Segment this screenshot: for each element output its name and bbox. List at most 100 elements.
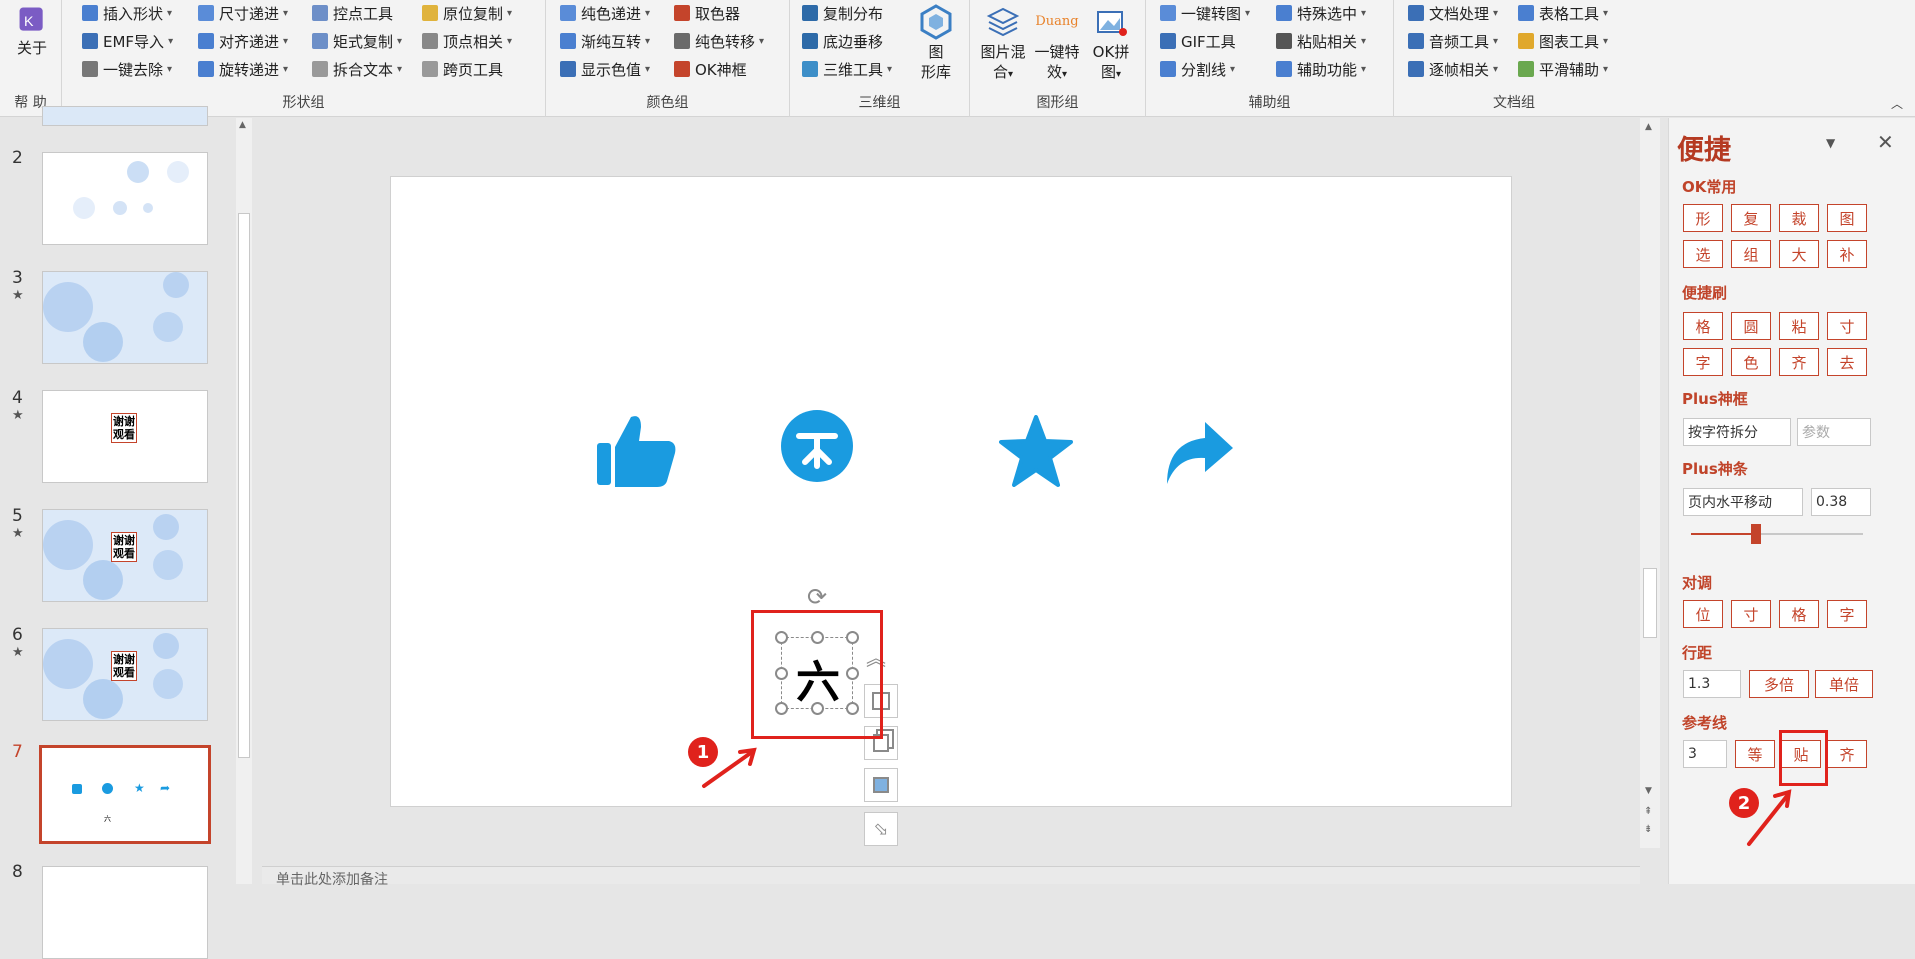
share-icon[interactable] bbox=[1165, 420, 1235, 486]
move-value-input[interactable]: 0.38 bbox=[1811, 488, 1871, 516]
brush-round[interactable]: 圆 bbox=[1731, 312, 1771, 340]
special-select-button[interactable]: 特殊选中 ▾ bbox=[1276, 0, 1366, 26]
chart-tool-button[interactable]: 图表工具 ▾ bbox=[1518, 28, 1608, 54]
slide-thumb-4[interactable]: 谢谢 观看 bbox=[42, 390, 208, 483]
gif-tool-button[interactable]: GIF工具 bbox=[1160, 28, 1236, 54]
vertex-button[interactable]: 顶点相关 ▾ bbox=[422, 28, 512, 54]
slide-thumb-7-selected[interactable]: ★ ➦ 六 bbox=[39, 745, 211, 844]
guide-align-button[interactable]: 齐 bbox=[1827, 740, 1867, 768]
slide-thumb-3[interactable] bbox=[42, 271, 208, 364]
color-picker-button[interactable]: 取色器 bbox=[674, 0, 740, 26]
smooth-aux-button[interactable]: 平滑辅助 ▾ bbox=[1518, 56, 1608, 82]
swap-position[interactable]: 位 bbox=[1683, 600, 1723, 628]
swap-text[interactable]: 字 bbox=[1827, 600, 1867, 628]
gradient-convert-button[interactable]: 渐纯互转 ▾ bbox=[560, 28, 650, 54]
slide-canvas[interactable]: ⟳ 六 bbox=[390, 176, 1512, 807]
brush-color[interactable]: 色 bbox=[1731, 348, 1771, 376]
line-spacing-input[interactable]: 1.3 bbox=[1683, 670, 1741, 698]
prev-slide-icon[interactable]: ⇞ bbox=[1644, 806, 1652, 817]
scroll-up-icon[interactable]: ▲ bbox=[239, 120, 246, 130]
threed-tool-button[interactable]: 三维工具 ▾ bbox=[802, 56, 892, 82]
shape-library-button[interactable]: 图 形库 bbox=[912, 4, 960, 82]
ok-frame-button[interactable]: OK神框 bbox=[674, 56, 747, 82]
btn-copy[interactable]: 复 bbox=[1731, 204, 1771, 232]
editor-scrollbar[interactable]: ▲ ▼ ⇞ ⇟ bbox=[1640, 118, 1660, 848]
btn-shape[interactable]: 形 bbox=[1683, 204, 1723, 232]
about-button[interactable]: K 关于 bbox=[12, 4, 52, 58]
rotate-step-button[interactable]: 旋转递进 ▾ bbox=[198, 56, 288, 82]
move-mode-select[interactable]: 页内水平移动 bbox=[1683, 488, 1803, 516]
btn-group[interactable]: 组 bbox=[1731, 240, 1771, 268]
handle-tool-button[interactable]: 控点工具 bbox=[312, 0, 393, 26]
star-icon[interactable] bbox=[999, 415, 1073, 487]
thumb-scroll-handle[interactable] bbox=[238, 213, 250, 758]
one-click-effect-button[interactable]: Duang 一键特 效▾ bbox=[1032, 4, 1082, 85]
slide-thumb-2[interactable] bbox=[42, 152, 208, 245]
btn-fill[interactable]: 补 bbox=[1827, 240, 1867, 268]
bottom-edge-button[interactable]: 底边垂移 bbox=[802, 28, 883, 54]
btn-select[interactable]: 选 bbox=[1683, 240, 1723, 268]
divider-button[interactable]: 分割线 ▾ bbox=[1160, 56, 1235, 82]
aux-function-button[interactable]: 辅助功能 ▾ bbox=[1276, 56, 1366, 82]
btn-crop[interactable]: 裁 bbox=[1779, 204, 1819, 232]
editor-scroll-handle[interactable] bbox=[1643, 568, 1657, 638]
brush-format[interactable]: 格 bbox=[1683, 312, 1723, 340]
notes-area[interactable]: 单击此处添加备注 bbox=[262, 866, 1640, 888]
brush-remove[interactable]: 去 bbox=[1827, 348, 1867, 376]
doc-process-button[interactable]: 文档处理 ▾ bbox=[1408, 0, 1498, 26]
size-step-button[interactable]: 尺寸递进 ▾ bbox=[198, 0, 288, 26]
thumbs-up-icon[interactable] bbox=[597, 413, 677, 489]
brush-text[interactable]: 字 bbox=[1683, 348, 1723, 376]
one-click-remove-button[interactable]: 一键去除 ▾ bbox=[82, 56, 172, 82]
emf-import-button[interactable]: EMF导入 ▾ bbox=[82, 28, 173, 54]
image-blend-button[interactable]: 图片混 合▾ bbox=[978, 4, 1028, 85]
pane-close-icon[interactable]: ✕ bbox=[1877, 130, 1894, 154]
swap-format[interactable]: 格 bbox=[1779, 600, 1819, 628]
ok-puzzle-button[interactable]: OK拼 图▾ bbox=[1086, 4, 1136, 85]
audio-tool-button[interactable]: 音频工具 ▾ bbox=[1408, 28, 1498, 54]
solid-step-button[interactable]: 纯色递进 ▾ bbox=[560, 0, 650, 26]
thumb-scrollbar[interactable]: ▲ bbox=[236, 118, 252, 884]
slide-thumb-5[interactable]: 谢谢 观看 bbox=[42, 509, 208, 602]
btn-large[interactable]: 大 bbox=[1779, 240, 1819, 268]
scroll-up-icon[interactable]: ▲ bbox=[1645, 122, 1652, 132]
slider-thumb[interactable] bbox=[1751, 524, 1761, 544]
guide-count-input[interactable]: 3 bbox=[1683, 740, 1727, 768]
collapse-ribbon-icon[interactable]: ︿ bbox=[1891, 95, 1903, 112]
resize-button[interactable]: ⬂ bbox=[864, 812, 898, 846]
cross-page-button[interactable]: 跨页工具 bbox=[422, 56, 503, 82]
guide-equal-button[interactable]: 等 bbox=[1735, 740, 1775, 768]
table-tool-button[interactable]: 表格工具 ▾ bbox=[1518, 0, 1608, 26]
scroll-down-icon[interactable]: ▼ bbox=[1645, 786, 1652, 796]
next-slide-icon[interactable]: ⇟ bbox=[1644, 824, 1652, 835]
align-step-button[interactable]: 对齐递进 ▾ bbox=[198, 28, 288, 54]
param-input[interactable]: 参数 bbox=[1797, 418, 1871, 446]
brush-align[interactable]: 齐 bbox=[1779, 348, 1819, 376]
multiple-button[interactable]: 多倍 bbox=[1749, 670, 1809, 698]
color-transfer-button[interactable]: 纯色转移 ▾ bbox=[674, 28, 764, 54]
matrix-copy-button[interactable]: 矩式复制 ▾ bbox=[312, 28, 402, 54]
coin-icon[interactable] bbox=[781, 410, 853, 482]
paste-related-button[interactable]: 粘贴相关 ▾ bbox=[1276, 28, 1366, 54]
gradient-icon bbox=[560, 33, 576, 49]
show-color-value-button[interactable]: 显示色值 ▾ bbox=[560, 56, 650, 82]
btn-image[interactable]: 图 bbox=[1827, 204, 1867, 232]
slide-thumb-1[interactable] bbox=[42, 106, 208, 126]
slide-thumb-8[interactable] bbox=[42, 866, 208, 959]
to-image-button[interactable]: 一键转图 ▾ bbox=[1160, 0, 1250, 26]
split-mode-select[interactable]: 按字符拆分 bbox=[1683, 418, 1791, 446]
brush-paste[interactable]: 粘 bbox=[1779, 312, 1819, 340]
split-text-button[interactable]: 拆合文本 ▾ bbox=[312, 56, 402, 82]
swap-size[interactable]: 寸 bbox=[1731, 600, 1771, 628]
single-button[interactable]: 单倍 bbox=[1815, 670, 1873, 698]
pane-menu-icon[interactable]: ▼ bbox=[1826, 136, 1835, 150]
copy-distribute-button[interactable]: 复制分布 bbox=[802, 0, 883, 26]
arrange-button[interactable] bbox=[864, 768, 898, 802]
move-slider[interactable] bbox=[1691, 524, 1863, 544]
brush-size[interactable]: 寸 bbox=[1827, 312, 1867, 340]
frame-button[interactable]: 逐帧相关 ▾ bbox=[1408, 56, 1498, 82]
slide-thumb-6[interactable]: 谢谢 观看 bbox=[42, 628, 208, 721]
in-place-copy-button[interactable]: 原位复制 ▾ bbox=[422, 0, 512, 26]
rotate-handle-icon[interactable]: ⟳ bbox=[807, 583, 827, 611]
insert-shape-button[interactable]: 插入形状 ▾ bbox=[82, 0, 172, 26]
